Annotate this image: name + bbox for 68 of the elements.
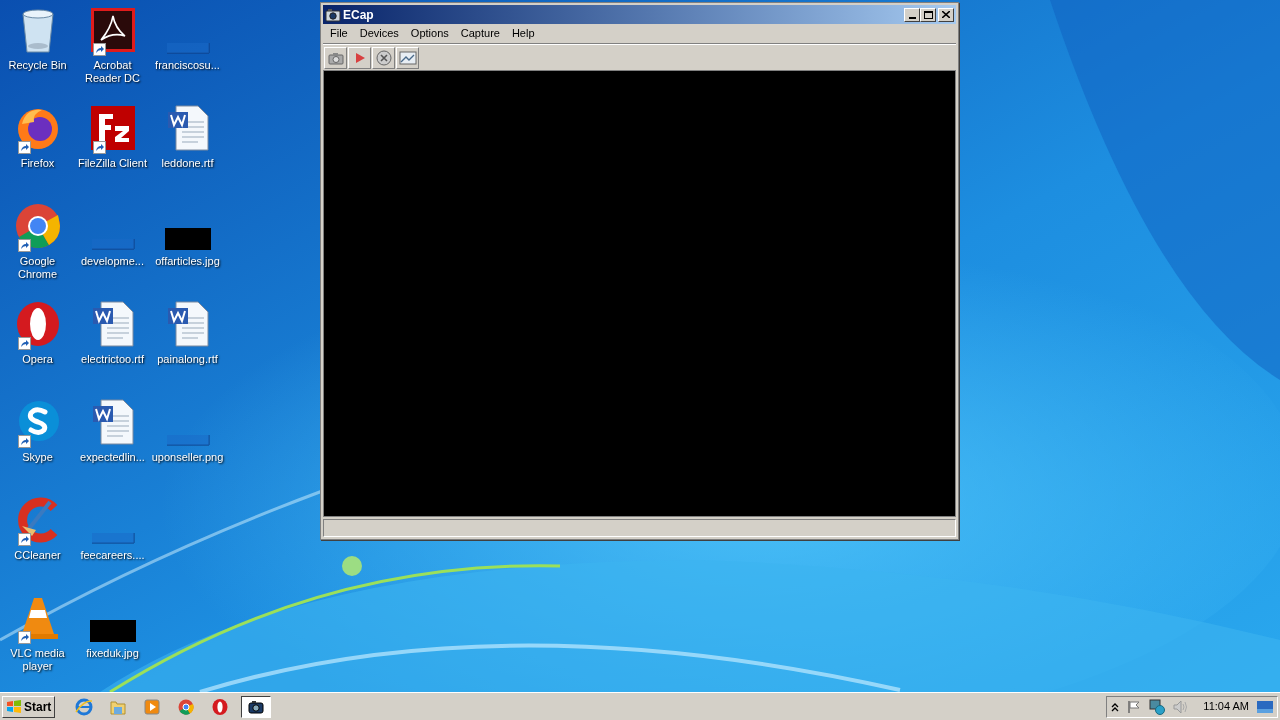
chevron-up-icon[interactable]: [1111, 701, 1120, 712]
taskbar-button[interactable]: [241, 695, 272, 718]
desktop-icon-label[interactable]: Acrobat Reader DC: [75, 59, 150, 85]
close-button[interactable]: [938, 7, 954, 22]
desktop-icon-label[interactable]: offarticles.jpg: [150, 255, 225, 268]
desktop-icon-label[interactable]: feecareers....: [75, 549, 150, 562]
minimize-button[interactable]: [904, 7, 920, 22]
desktop-icon-label[interactable]: leddone.rtf: [150, 157, 225, 170]
shortcut-arrow-icon: [92, 141, 106, 154]
desktop-icon-label[interactable]: Recycle Bin: [0, 59, 75, 72]
maximize-button[interactable]: [920, 7, 936, 22]
desktop-icon-label[interactable]: VLC media player: [0, 647, 75, 673]
chrome-logo-icon: [13, 202, 62, 250]
desktop-icon-label[interactable]: CCleaner: [0, 549, 75, 562]
shortcut-arrow-icon: [17, 533, 31, 546]
desktop-icon-label[interactable]: developme...: [75, 255, 150, 268]
desktop-icon-label[interactable]: Opera: [0, 353, 75, 366]
dark-image-thumbnail-icon: [89, 620, 136, 642]
shortcut-arrow-icon: [17, 141, 31, 154]
opera-logo-icon: [210, 697, 229, 716]
media-player-icon: [142, 697, 161, 716]
toolbar-button[interactable]: [372, 46, 395, 69]
menu-item[interactable]: Devices: [353, 25, 405, 42]
acrobat-logo-icon: [88, 6, 137, 54]
window-title: ECap: [343, 6, 374, 24]
shortcut-arrow-icon: [92, 43, 106, 56]
blank-thumbnail-icon: [90, 238, 135, 250]
desktop-icon-label[interactable]: electrictoo.rtf: [75, 353, 150, 366]
desktop-icon-label[interactable]: Skype: [0, 451, 75, 464]
shortcut-arrow-icon: [17, 435, 31, 448]
shortcut-arrow-icon: [17, 337, 31, 350]
toolbar-button[interactable]: [348, 46, 371, 69]
chrome-logo-icon: [176, 697, 195, 716]
menu-item[interactable]: Capture: [454, 25, 506, 42]
desktop-icon-label[interactable]: uponseller.png: [150, 451, 225, 464]
desktop-icon-label[interactable]: FileZilla Client: [75, 157, 150, 170]
stop-icon: [375, 49, 392, 66]
desktop-icon-label[interactable]: franciscosu...: [150, 59, 225, 72]
camera-icon: [327, 50, 344, 65]
desktop-icon-label[interactable]: Firefox: [0, 157, 75, 170]
minimize-icon: [908, 16, 916, 19]
maximize-icon: [923, 10, 933, 19]
network-icon[interactable]: [1149, 698, 1166, 715]
desktop-icon-label[interactable]: Google Chrome: [0, 255, 75, 281]
blank-thumbnail-icon: [90, 532, 135, 544]
close-icon: [942, 11, 950, 18]
clock-time[interactable]: 11:04 AM: [1203, 698, 1249, 715]
desktop-icon-label[interactable]: expectedlin...: [75, 451, 150, 464]
menu-item[interactable]: Options: [404, 25, 455, 42]
picture-icon: [398, 50, 417, 65]
shortcut-arrow-icon: [17, 631, 31, 644]
toolbar-button[interactable]: [396, 46, 419, 69]
menu-item[interactable]: Help: [505, 25, 541, 42]
desktop-icon-label[interactable]: painalong.rtf: [150, 353, 225, 366]
shortcut-arrow-icon: [17, 239, 31, 252]
desktop-icon-label[interactable]: fixeduk.jpg: [75, 647, 150, 660]
start-button[interactable]: Start: [2, 695, 56, 718]
toolbar-button[interactable]: [324, 46, 347, 69]
camera-icon: [325, 7, 341, 22]
blank-thumbnail-icon: [165, 42, 210, 54]
menu-item[interactable]: File: [324, 25, 354, 42]
dark-image-thumbnail-icon: [164, 228, 211, 250]
internet-explorer-icon: [74, 697, 93, 716]
blank-thumbnail-icon: [165, 434, 210, 446]
windows-logo-icon: [6, 699, 22, 714]
filezilla-logo-icon: [88, 104, 137, 152]
flag-icon[interactable]: [1127, 699, 1142, 714]
show-desktop-icon[interactable]: [1257, 700, 1273, 713]
